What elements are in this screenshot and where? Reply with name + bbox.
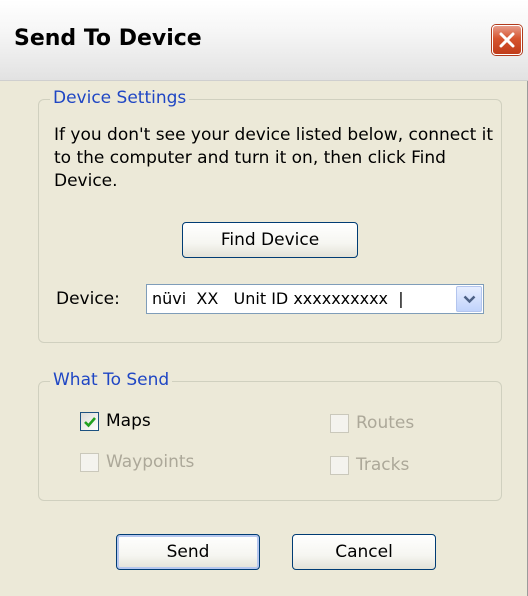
device-dropdown[interactable]: nüvi XX Unit ID xxxxxxxxxx |	[146, 284, 484, 314]
title-bar[interactable]: Send To Device	[0, 0, 528, 81]
device-settings-description: If you don't see your device listed belo…	[54, 125, 494, 191]
waypoints-label[interactable]: Waypoints	[106, 452, 194, 472]
device-settings-legend: Device Settings	[50, 88, 190, 108]
chevron-down-icon	[463, 295, 476, 304]
device-dropdown-value: nüvi XX Unit ID xxxxxxxxxx |	[152, 289, 404, 308]
routes-checkbox[interactable]	[330, 414, 349, 433]
send-to-device-dialog: Send To Device Device Settings If you do…	[0, 0, 528, 596]
routes-label[interactable]: Routes	[356, 413, 414, 433]
cancel-button[interactable]: Cancel	[292, 534, 436, 570]
close-icon	[499, 32, 515, 48]
waypoints-checkbox[interactable]	[80, 453, 99, 472]
find-device-button[interactable]: Find Device	[182, 222, 358, 258]
tracks-label[interactable]: Tracks	[356, 455, 409, 475]
what-to-send-legend: What To Send	[50, 370, 173, 390]
close-button[interactable]	[492, 25, 522, 55]
maps-checkbox[interactable]	[80, 412, 99, 431]
send-button[interactable]: Send	[116, 534, 260, 570]
checkmark-icon	[84, 417, 96, 428]
window-title: Send To Device	[14, 26, 202, 51]
what-to-send-group	[38, 381, 502, 501]
maps-label[interactable]: Maps	[106, 411, 151, 431]
tracks-checkbox[interactable]	[330, 456, 349, 475]
device-dropdown-button[interactable]	[456, 286, 482, 312]
device-label: Device:	[56, 289, 120, 309]
